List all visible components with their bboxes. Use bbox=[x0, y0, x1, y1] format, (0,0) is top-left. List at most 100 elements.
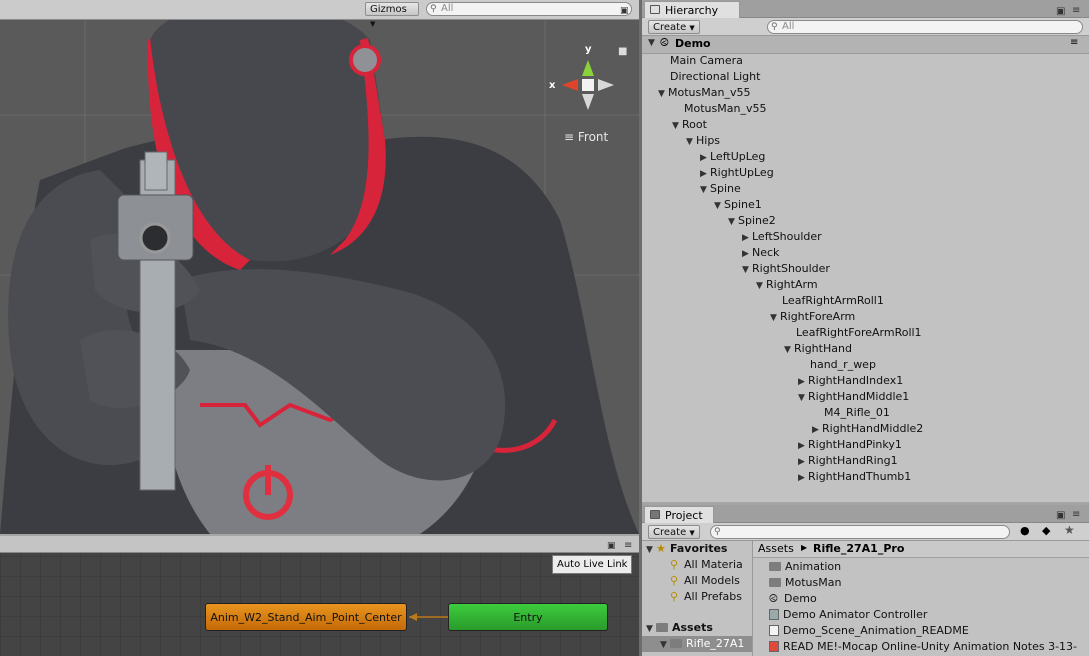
view-orientation[interactable]: ≡ Front bbox=[564, 130, 608, 144]
file-item[interactable]: READ ME!-Mocap Online-Unity Animation No… bbox=[769, 639, 1077, 655]
hierarchy-item-label: MotusMan_v55 bbox=[668, 86, 751, 99]
hierarchy-item[interactable]: LeafRightForeArmRoll1 bbox=[796, 325, 922, 341]
expand-open-icon[interactable]: ▼ bbox=[798, 390, 808, 406]
expand-open-icon[interactable]: ▼ bbox=[714, 198, 724, 214]
animator-lock-icon[interactable]: ▣ bbox=[607, 541, 616, 551]
project-search-input[interactable]: ⚲ bbox=[710, 525, 1010, 539]
breadcrumb-root[interactable]: Assets bbox=[758, 542, 794, 555]
file-item[interactable]: Animation bbox=[769, 559, 841, 575]
hierarchy-item[interactable]: ▶ RightHandRing1 bbox=[798, 453, 898, 469]
assets-child-folder[interactable]: ▼ Rifle_27A1 bbox=[642, 636, 752, 652]
expand-open-icon[interactable]: ▼ bbox=[742, 262, 752, 278]
expand-closed-icon[interactable]: ▶ bbox=[742, 246, 752, 262]
file-item[interactable]: MotusMan bbox=[769, 575, 841, 591]
favorite-star-icon[interactable]: ★ bbox=[1064, 523, 1075, 537]
hierarchy-item[interactable]: Main Camera bbox=[670, 53, 743, 69]
expand-open-icon[interactable]: ▼ bbox=[784, 342, 794, 358]
expand-closed-icon[interactable]: ▶ bbox=[812, 422, 822, 438]
hierarchy-item[interactable]: ▶ RightHandThumb1 bbox=[798, 469, 911, 485]
filter-by-label-icon[interactable]: ◆ bbox=[1042, 524, 1050, 537]
hierarchy-item[interactable]: ▼ Spine1 bbox=[714, 197, 762, 213]
expand-open-icon[interactable]: ▼ bbox=[686, 134, 696, 150]
scene-lock-icon[interactable]: ▣ bbox=[620, 6, 629, 16]
hierarchy-item[interactable]: ▼ Hips bbox=[686, 133, 720, 149]
hierarchy-item[interactable]: ▶ RightHandPinky1 bbox=[798, 437, 902, 453]
state-anim-w2-stand-aim-point-center[interactable]: Anim_W2_Stand_Aim_Point_Center bbox=[205, 603, 407, 631]
expand-closed-icon[interactable]: ▶ bbox=[700, 150, 710, 166]
project-menu-icon[interactable]: ≡ bbox=[1072, 509, 1080, 520]
filter-by-type-icon[interactable]: ● bbox=[1020, 524, 1030, 537]
hierarchy-item[interactable]: ▼ RightArm bbox=[756, 277, 818, 293]
breadcrumb-current[interactable]: Rifle_27A1_Pro bbox=[813, 542, 904, 555]
hierarchy-item[interactable]: ▼ Spine2 bbox=[728, 213, 776, 229]
hierarchy-item[interactable]: hand_r_wep bbox=[810, 357, 876, 373]
hierarchy-item-label: RightArm bbox=[766, 278, 818, 291]
hierarchy-create-dropdown[interactable]: Create ▼ bbox=[648, 20, 700, 34]
hierarchy-lock-icon[interactable]: ▣ bbox=[1056, 6, 1065, 17]
expand-open-icon[interactable]: ▼ bbox=[648, 38, 658, 48]
tab-hierarchy[interactable]: Hierarchy bbox=[644, 1, 740, 19]
hierarchy-item[interactable]: ▼ MotusMan_v55 bbox=[658, 85, 750, 101]
expand-closed-icon[interactable]: ▶ bbox=[742, 230, 752, 246]
expand-closed-icon[interactable]: ▶ bbox=[700, 166, 710, 182]
gizmo-lock-icon[interactable]: ■ bbox=[618, 46, 627, 57]
expand-open-icon[interactable]: ▼ bbox=[646, 542, 656, 558]
expand-open-icon[interactable]: ▼ bbox=[770, 310, 780, 326]
gizmo-y-label: y bbox=[585, 44, 592, 55]
favorite-item[interactable]: ⚲ All Materia bbox=[670, 557, 743, 573]
expand-open-icon[interactable]: ▼ bbox=[658, 86, 668, 102]
hierarchy-item[interactable]: Directional Light bbox=[670, 69, 760, 85]
expand-open-icon[interactable]: ▼ bbox=[660, 637, 670, 653]
scene-menu-icon[interactable]: ≡ bbox=[1070, 37, 1078, 48]
hierarchy-search-input[interactable]: ⚲ All bbox=[767, 20, 1083, 34]
hierarchy-item[interactable]: MotusMan_v55 bbox=[684, 101, 766, 117]
expand-open-icon[interactable]: ▼ bbox=[700, 182, 710, 198]
hierarchy-item[interactable]: ▼ Spine bbox=[700, 181, 741, 197]
tab-project[interactable]: Project bbox=[644, 506, 714, 524]
hierarchy-item[interactable]: ▼ Root bbox=[672, 117, 707, 133]
transition-arrow[interactable] bbox=[405, 609, 451, 625]
hierarchy-item[interactable]: ▶ LeftUpLeg bbox=[700, 149, 765, 165]
file-item[interactable]: Demo_Scene_Animation_README bbox=[769, 623, 969, 639]
scene-search-input[interactable]: ⚲ All bbox=[426, 2, 632, 16]
animator-menu-icon[interactable]: ≡ bbox=[624, 540, 632, 551]
file-item[interactable]: Demo Animator Controller bbox=[769, 607, 927, 623]
project-create-dropdown[interactable]: Create ▼ bbox=[648, 525, 700, 539]
state-entry[interactable]: Entry bbox=[448, 603, 608, 631]
favorite-item[interactable]: ⚲ All Prefabs bbox=[670, 589, 742, 605]
gizmos-dropdown[interactable]: Gizmos ▼ bbox=[365, 2, 419, 28]
expand-open-icon[interactable]: ▼ bbox=[756, 278, 766, 294]
favorite-item[interactable]: ⚲ All Models bbox=[670, 573, 740, 589]
expand-closed-icon[interactable]: ▶ bbox=[798, 438, 808, 454]
hierarchy-item[interactable]: M4_Rifle_01 bbox=[824, 405, 890, 421]
expand-open-icon[interactable]: ▼ bbox=[672, 118, 682, 134]
hierarchy-item[interactable]: LeafRightArmRoll1 bbox=[782, 293, 884, 309]
expand-closed-icon[interactable]: ▶ bbox=[798, 374, 808, 390]
hierarchy-item[interactable]: ▼ RightForeArm bbox=[770, 309, 855, 325]
expand-closed-icon[interactable]: ▶ bbox=[798, 470, 808, 486]
project-lock-icon[interactable]: ▣ bbox=[1056, 510, 1065, 521]
hierarchy-item[interactable]: ▶ RightHandIndex1 bbox=[798, 373, 903, 389]
hierarchy-scene-row[interactable]: ▼ ⧀ Demo ≡ bbox=[642, 36, 1089, 54]
hierarchy-item[interactable]: ▶ RightUpLeg bbox=[700, 165, 774, 181]
scene-view[interactable]: y x ■ ≡ Front bbox=[0, 0, 639, 534]
favorites-header[interactable]: ▼ ★ Favorites bbox=[646, 541, 727, 557]
hierarchy-item[interactable]: ▶ LeftShoulder bbox=[742, 229, 822, 245]
project-tab-label: Project bbox=[665, 509, 703, 522]
assets-header[interactable]: ▼ Assets bbox=[646, 620, 713, 636]
expand-open-icon[interactable]: ▼ bbox=[728, 214, 738, 230]
hierarchy-item-label: Spine1 bbox=[724, 198, 762, 211]
hierarchy-item-label: RightHand bbox=[794, 342, 852, 355]
hierarchy-item[interactable]: ▼ RightShoulder bbox=[742, 261, 830, 277]
hierarchy-item[interactable]: ▼ RightHand bbox=[784, 341, 852, 357]
expand-open-icon[interactable]: ▼ bbox=[646, 621, 656, 637]
auto-live-link-button[interactable]: Auto Live Link bbox=[552, 555, 633, 574]
hierarchy-item[interactable]: ▶ RightHandMiddle2 bbox=[812, 421, 923, 437]
hierarchy-menu-icon[interactable]: ≡ bbox=[1072, 5, 1080, 16]
file-item[interactable]: ⧀ Demo bbox=[769, 591, 817, 607]
expand-closed-icon[interactable]: ▶ bbox=[798, 454, 808, 470]
hierarchy-item[interactable]: ▶ Neck bbox=[742, 245, 779, 261]
dropdown-arrow-icon: ▼ bbox=[689, 24, 695, 32]
hierarchy-item[interactable]: ▼ RightHandMiddle1 bbox=[798, 389, 909, 405]
animator-graph[interactable] bbox=[0, 536, 639, 656]
